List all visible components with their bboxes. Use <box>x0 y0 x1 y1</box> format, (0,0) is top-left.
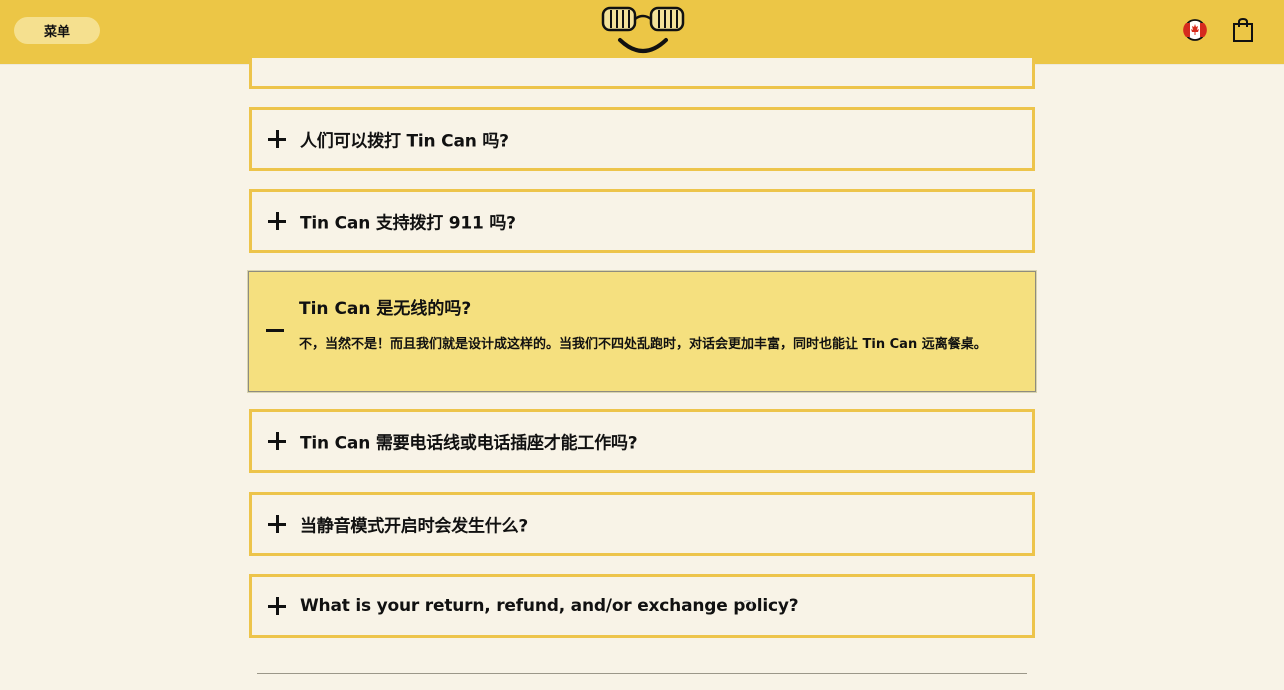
plus-icon <box>268 130 286 148</box>
faq-question: 人们可以拨打 Tin Can 吗? <box>300 131 509 152</box>
shopping-bag-icon[interactable] <box>1231 17 1255 43</box>
faq-question: Tin Can 需要电话线或电话插座才能工作吗? <box>300 433 638 454</box>
faq-item[interactable]: Tin Can 需要电话线或电话插座才能工作吗? <box>249 409 1035 473</box>
canada-flag-icon[interactable] <box>1183 18 1207 42</box>
tin-can-logo-icon[interactable] <box>600 4 686 56</box>
plus-icon <box>268 212 286 230</box>
site-header: 菜单 <box>0 0 1284 64</box>
faq-item-partial[interactable] <box>249 58 1035 89</box>
loading-spinner-icon <box>742 600 753 611</box>
minus-icon <box>266 329 284 332</box>
faq-question: Tin Can 是无线的吗? <box>299 299 472 319</box>
faq-item[interactable]: 人们可以拨打 Tin Can 吗? <box>249 107 1035 171</box>
faq-item[interactable]: What is your return, refund, and/or exch… <box>249 574 1035 638</box>
faq-question: 当静音模式开启时会发生什么? <box>300 516 529 537</box>
faq-item-expanded[interactable]: Tin Can 是无线的吗? 不，当然不是！而且我们就是设计成这样的。当我们不四… <box>248 271 1036 392</box>
faq-question: Tin Can 支持拨打 911 吗? <box>300 213 516 234</box>
plus-icon <box>268 432 286 450</box>
faq-answer: 不，当然不是！而且我们就是设计成这样的。当我们不四处乱跑时，对话会更加丰富，同时… <box>299 337 987 352</box>
plus-icon <box>268 515 286 533</box>
faq-question: What is your return, refund, and/or exch… <box>300 596 799 616</box>
plus-icon <box>268 597 286 615</box>
faq-item[interactable]: 当静音模式开启时会发生什么? <box>249 492 1035 556</box>
section-divider <box>257 673 1027 674</box>
menu-button[interactable]: 菜单 <box>14 17 100 44</box>
faq-item[interactable]: Tin Can 支持拨打 911 吗? <box>249 189 1035 253</box>
